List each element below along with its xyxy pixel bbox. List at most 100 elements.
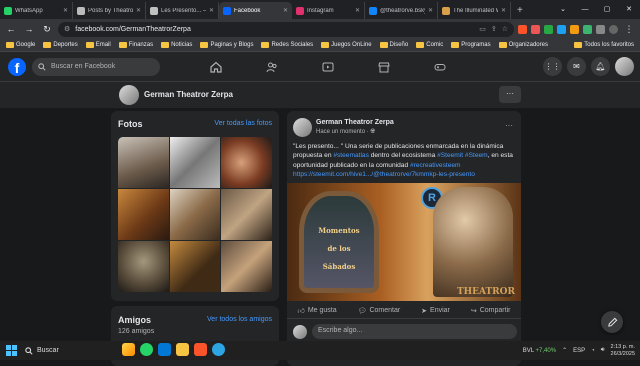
extension-icon[interactable] — [596, 24, 605, 34]
post-link[interactable]: https://steemit.com/hive1.../@theatrorve… — [293, 171, 475, 178]
see-all-photos-link[interactable]: Ver todas las fotos — [214, 120, 272, 127]
tab-search-icon[interactable]: ⌄ — [552, 0, 574, 19]
bookmark-folder[interactable]: Email — [85, 42, 111, 48]
browser-tab[interactable]: Facebook ✕ — [219, 2, 292, 19]
more-options-button[interactable]: ··· — [499, 86, 521, 103]
whatsapp-icon[interactable] — [140, 343, 153, 356]
close-tab-icon[interactable]: ✕ — [501, 7, 506, 14]
account-avatar[interactable] — [615, 57, 634, 76]
menu-icon[interactable]: ⋮ — [622, 24, 636, 35]
close-tab-icon[interactable]: ✕ — [63, 7, 68, 14]
extension-icon[interactable] — [557, 24, 566, 34]
nav-video[interactable] — [300, 52, 356, 82]
see-all-friends-link[interactable]: Ver todos los amigos — [207, 316, 272, 323]
photo-thumbnail[interactable] — [118, 241, 169, 292]
back-button[interactable]: ← — [4, 24, 18, 34]
file-explorer-icon[interactable] — [176, 343, 189, 356]
share-icon[interactable]: ⇪ — [491, 25, 497, 33]
windows-start-icon[interactable] — [6, 345, 17, 356]
bookmark-folder[interactable]: Diseño — [379, 42, 408, 48]
share-button[interactable]: ↪ Compartir — [471, 307, 511, 315]
close-window-button[interactable]: ✕ — [618, 0, 640, 19]
chevron-up-icon[interactable]: ⌃ — [562, 347, 567, 354]
post-time-text[interactable]: Hace un momento · — [316, 129, 370, 135]
wifi-icon[interactable]: ◔ — [591, 348, 595, 354]
site-info-icon[interactable]: ⚙ — [64, 25, 70, 33]
bookmark-folder[interactable]: Finanzas — [118, 42, 153, 48]
profile-name[interactable]: German Theatror Zerpa — [144, 90, 233, 99]
extension-icon[interactable] — [544, 24, 553, 34]
close-tab-icon[interactable]: ✕ — [136, 7, 141, 14]
extension-icon[interactable] — [570, 24, 579, 34]
new-message-button[interactable] — [601, 311, 623, 333]
bookmark-folder[interactable]: Noticias — [161, 42, 192, 48]
photo-thumbnail[interactable] — [118, 189, 169, 240]
browser-tab[interactable]: @theatrorve.bsky.so✕ — [365, 2, 438, 19]
url-field[interactable]: ⚙ facebook.com/GermanTheatrorZerpa ▭ ⇪ ☆ — [58, 21, 514, 37]
avatar[interactable] — [293, 118, 312, 137]
nav-marketplace[interactable] — [356, 52, 412, 82]
telegram-icon[interactable] — [212, 343, 225, 356]
bookmark-folder[interactable]: Deportes — [43, 42, 78, 48]
close-tab-icon[interactable]: ✕ — [283, 7, 288, 14]
brave-shield-icon[interactable] — [518, 24, 527, 34]
minimize-button[interactable]: — — [574, 0, 596, 19]
notifications-button[interactable]: 🔔︎ — [591, 57, 610, 76]
post-link[interactable]: #recreativesteem — [410, 162, 461, 169]
browser-tab[interactable]: Instagram ✕ — [292, 2, 365, 19]
bookmark-star-icon[interactable]: ☆ — [502, 25, 508, 33]
like-button[interactable]: 👍︎ Me gusta — [297, 306, 336, 315]
browser-tab[interactable]: Posts by TheatroVe✕ — [73, 2, 146, 19]
photo-thumbnail[interactable] — [118, 137, 169, 188]
menu-grid-button[interactable]: ⋮⋮ — [543, 57, 562, 76]
nav-friends[interactable] — [244, 52, 300, 82]
stock-ticker[interactable]: BVL +7,40% — [523, 348, 556, 354]
extension-icon[interactable] — [583, 24, 592, 34]
extension-icon[interactable] — [531, 24, 540, 34]
avatar[interactable] — [119, 85, 139, 105]
post-author[interactable]: German Theatror Zerpa — [316, 119, 394, 126]
bookmark-folder[interactable]: Redes Sociales — [261, 42, 313, 48]
bookmark-folder[interactable]: Comic — [416, 42, 443, 48]
clock[interactable]: 2:13 p. m. 26/3/2025 — [611, 344, 635, 358]
edge-icon[interactable] — [158, 343, 171, 356]
profile-icon[interactable] — [609, 24, 618, 34]
nav-home[interactable] — [188, 52, 244, 82]
facebook-search-input[interactable]: Buscar en Facebook — [32, 57, 160, 76]
language-indicator[interactable]: ESP — [573, 348, 585, 354]
new-tab-button[interactable]: + — [511, 2, 529, 19]
photo-thumbnail[interactable] — [221, 189, 272, 240]
cast-icon[interactable]: ▭ — [479, 25, 486, 33]
messenger-button[interactable]: ✉ — [567, 57, 586, 76]
post-image[interactable]: Momentos de los Sábados R THEATROR — [287, 183, 521, 301]
post-options-button[interactable]: ··· — [505, 121, 513, 130]
photo-thumbnail[interactable] — [169, 241, 221, 292]
maximize-button[interactable]: ▢ — [596, 0, 618, 19]
bookmark-folder[interactable]: Programas — [451, 42, 491, 48]
browser-tab[interactable]: The Illuminated Wo✕ — [438, 2, 511, 19]
close-tab-icon[interactable]: ✕ — [355, 7, 360, 14]
volume-icon[interactable]: 🔊︎ — [601, 347, 605, 354]
all-bookmarks-button[interactable]: Todos los favoritos — [574, 42, 634, 48]
post-link[interactable]: #steematlas — [333, 152, 369, 159]
close-tab-icon[interactable]: ✕ — [209, 7, 214, 14]
reload-button[interactable]: ↻ — [40, 24, 54, 35]
comment-input[interactable]: Escribe algo... — [312, 324, 517, 339]
facebook-logo[interactable]: f — [8, 57, 26, 76]
widgets-icon[interactable] — [122, 343, 135, 356]
photo-thumbnail[interactable] — [169, 189, 221, 240]
bookmark-folder[interactable]: Juegos OnLine — [321, 42, 372, 48]
taskbar-search[interactable]: Buscar — [25, 346, 103, 355]
forward-button[interactable]: → — [22, 24, 36, 34]
bookmark-folder[interactable]: Organizadores — [498, 42, 548, 48]
post-link[interactable]: #Steemit #Steem — [437, 152, 488, 159]
browser-tab[interactable]: WhatsApp ✕ — [0, 2, 73, 19]
photo-thumbnail[interactable] — [169, 137, 221, 188]
browser-tab[interactable]: Les Presento... — St✕ — [146, 2, 219, 19]
send-button[interactable]: ➤ Enviar — [421, 307, 450, 315]
nav-gaming[interactable] — [412, 52, 468, 82]
bookmark-folder[interactable]: Google — [6, 42, 35, 48]
bookmark-folder[interactable]: Paginas y Blogs — [200, 42, 253, 48]
close-tab-icon[interactable]: ✕ — [428, 7, 433, 14]
comment-button[interactable]: 💬︎ Comentar — [358, 307, 401, 315]
